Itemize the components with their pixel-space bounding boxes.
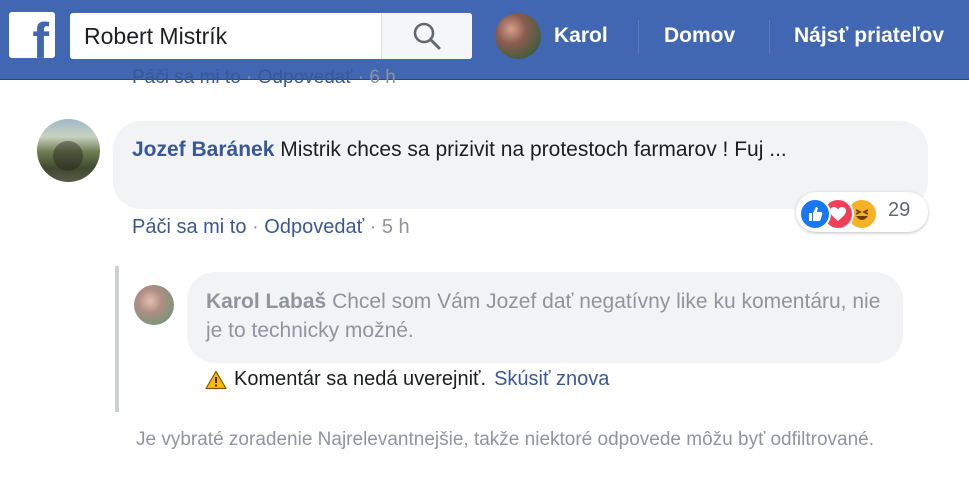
nav-home-link[interactable]: Domov [664,13,735,59]
filter-note: Je vybraté zoradenie Najrelevantnejšie, … [136,429,874,450]
comment-time[interactable]: 6 h [369,67,395,88]
avatar [495,13,541,59]
nav-divider [769,20,770,54]
separator-dot: · [252,216,259,238]
separator-dot: · [357,67,365,88]
reply-link[interactable]: Odpovedať [258,67,353,88]
like-link[interactable]: Páči sa mi to [132,67,241,88]
warning-icon [205,370,227,389]
facebook-logo-icon[interactable]: f [9,12,55,58]
separator-dot: · [369,216,377,238]
search-icon [413,22,441,50]
comment-time[interactable]: 5 h [382,216,410,238]
reply-body: Karol Labaš Chcel som Vám Jozef dať nega… [206,287,886,345]
nav-profile-link[interactable]: Karol [495,13,608,59]
retry-link[interactable]: Skúsiť znova [494,368,609,391]
nav-divider [638,20,639,54]
search-box [70,13,472,59]
comment-text: Mistrik chces sa prizivit na protestoch … [280,138,787,161]
reply-author-link[interactable]: Karol Labaš [206,290,326,313]
logo-letter: f [32,13,49,58]
post-error: Komentár sa nedá uverejniť. Skúsiť znova [205,368,609,391]
avatar[interactable] [37,119,100,182]
like-link[interactable]: Páči sa mi to [132,216,246,238]
comment-body: Jozef Baránek Mistrik chces sa prizivit … [132,135,912,164]
reaction-count: 29 [888,199,911,221]
nav-find-friends-link[interactable]: Nájsť priateľov [794,13,944,59]
error-message: Komentár sa nedá uverejniť. [234,368,487,390]
search-button[interactable] [381,13,472,59]
search-input[interactable] [70,13,380,59]
like-reaction-icon [799,198,831,230]
previous-comment-actions: Páči sa mi to · Odpovedať · 6 h [132,67,396,89]
comment-author-link[interactable]: Jozef Baránek [132,138,274,161]
reactions-summary[interactable]: 29 [796,192,928,232]
reply-link[interactable]: Odpovedať [264,216,364,238]
reply-thread-line [115,266,119,412]
avatar[interactable] [134,285,174,325]
nav-user-name: Karol [554,24,608,47]
separator-dot: · [246,67,253,88]
comment-actions: Páči sa mi to · Odpovedať · 5 h [132,216,410,239]
